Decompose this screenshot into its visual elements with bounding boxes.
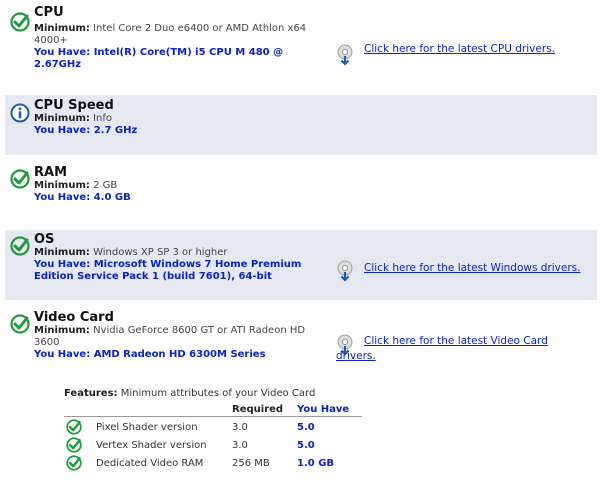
- check-icon: [10, 12, 30, 32]
- table-row: Dedicated Video RAM 256 MB 1.0 GB: [64, 455, 364, 473]
- driver-download-icon[interactable]: [337, 260, 355, 282]
- you-have-value: AMD Radeon HD 6300M Series: [93, 349, 266, 360]
- col-header-required: Required: [232, 404, 284, 415]
- info-icon: [10, 103, 30, 123]
- you-have-label: You Have:: [34, 192, 91, 203]
- feature-name: Dedicated Video RAM: [96, 458, 204, 469]
- video-card-drivers-link[interactable]: Click here for the latest Video Card dri…: [336, 334, 548, 364]
- minimum-label: Minimum:: [34, 247, 90, 258]
- you-have-value: 2.67GHz: [34, 59, 82, 70]
- you-have-value: Intel(R) Core(TM) i5 CPU M 480 @: [93, 47, 284, 58]
- table-row: Pixel Shader version 3.0 5.0: [64, 419, 364, 437]
- minimum-value: Info: [93, 113, 113, 124]
- section-title: CPU: [34, 5, 64, 20]
- video-card-features: Features: Minimum attributes of your Vid…: [64, 388, 364, 471]
- table-row: Vertex Shader version 3.0 5.0: [64, 437, 364, 455]
- cpu-drivers-link[interactable]: Click here for the latest CPU drivers.: [364, 42, 555, 57]
- minimum-value: 2 GB: [93, 180, 118, 191]
- minimum-value: Intel Core 2 Duo e6400 or AMD Athlon x64: [93, 23, 307, 34]
- section-title: OS: [34, 232, 55, 247]
- you-have-value: 4.0 GB: [93, 192, 131, 203]
- feature-required: 3.0: [232, 440, 248, 451]
- section-title: Video Card: [34, 310, 114, 325]
- minimum-value: Nvidia GeForce 8600 GT or ATI Radeon HD: [93, 325, 306, 336]
- section-cpu: CPU Minimum: Intel Core 2 Duo e6400 or A…: [5, 4, 597, 74]
- check-icon: [10, 169, 30, 189]
- driver-download-icon[interactable]: [337, 44, 355, 66]
- link-text-line[interactable]: drivers.: [336, 350, 376, 362]
- feature-required: 256 MB: [232, 458, 270, 469]
- check-icon: [66, 419, 82, 435]
- minimum-value: 3600: [34, 337, 60, 348]
- you-have-label: You Have:: [34, 259, 91, 270]
- section-title: RAM: [34, 165, 68, 180]
- minimum-label: Minimum:: [34, 113, 90, 124]
- feature-name: Vertex Shader version: [96, 440, 207, 451]
- minimum-value: Windows XP SP 3 or higher: [93, 247, 228, 258]
- you-have-value: Microsoft Windows 7 Home Premium: [93, 259, 302, 270]
- feature-have: 5.0: [297, 422, 315, 433]
- you-have-label: You Have:: [34, 349, 91, 360]
- header-divider: [64, 416, 362, 417]
- you-have-label: You Have:: [34, 47, 91, 58]
- section-video-card: Video Card Minimum: Nvidia GeForce 8600 …: [5, 308, 597, 380]
- check-icon: [10, 236, 30, 256]
- section-ram: RAM Minimum: 2 GB You Have: 4.0 GB: [5, 163, 597, 218]
- check-icon: [66, 455, 82, 471]
- feature-have: 5.0: [297, 440, 315, 451]
- you-have-label: You Have:: [34, 125, 91, 136]
- features-title: Features: Minimum attributes of your Vid…: [64, 388, 364, 399]
- link-text-line[interactable]: Click here for the latest Video Card: [364, 335, 548, 347]
- minimum-value: 4000+: [34, 35, 68, 46]
- minimum-label: Minimum:: [34, 180, 90, 191]
- check-icon: [10, 314, 30, 334]
- section-os: OS Minimum: Windows XP SP 3 or higher Yo…: [5, 230, 597, 300]
- features-title-text: Minimum attributes of your Video Card: [120, 388, 316, 399]
- you-have-value: Edition Service Pack 1 (build 7601), 64-…: [34, 271, 272, 282]
- you-have-value: 2.7 GHz: [93, 125, 138, 136]
- check-icon: [66, 437, 82, 453]
- windows-drivers-link[interactable]: Click here for the latest Windows driver…: [364, 261, 580, 276]
- minimum-label: Minimum:: [34, 23, 90, 34]
- section-title: CPU Speed: [34, 98, 114, 113]
- feature-name: Pixel Shader version: [96, 422, 198, 433]
- features-title-label: Features:: [64, 388, 118, 399]
- feature-have: 1.0 GB: [297, 458, 335, 469]
- minimum-label: Minimum:: [34, 325, 90, 336]
- feature-required: 3.0: [232, 422, 248, 433]
- col-header-you-have: You Have: [297, 404, 350, 415]
- section-cpu-speed: CPU Speed Minimum: Info You Have: 2.7 GH…: [5, 95, 597, 155]
